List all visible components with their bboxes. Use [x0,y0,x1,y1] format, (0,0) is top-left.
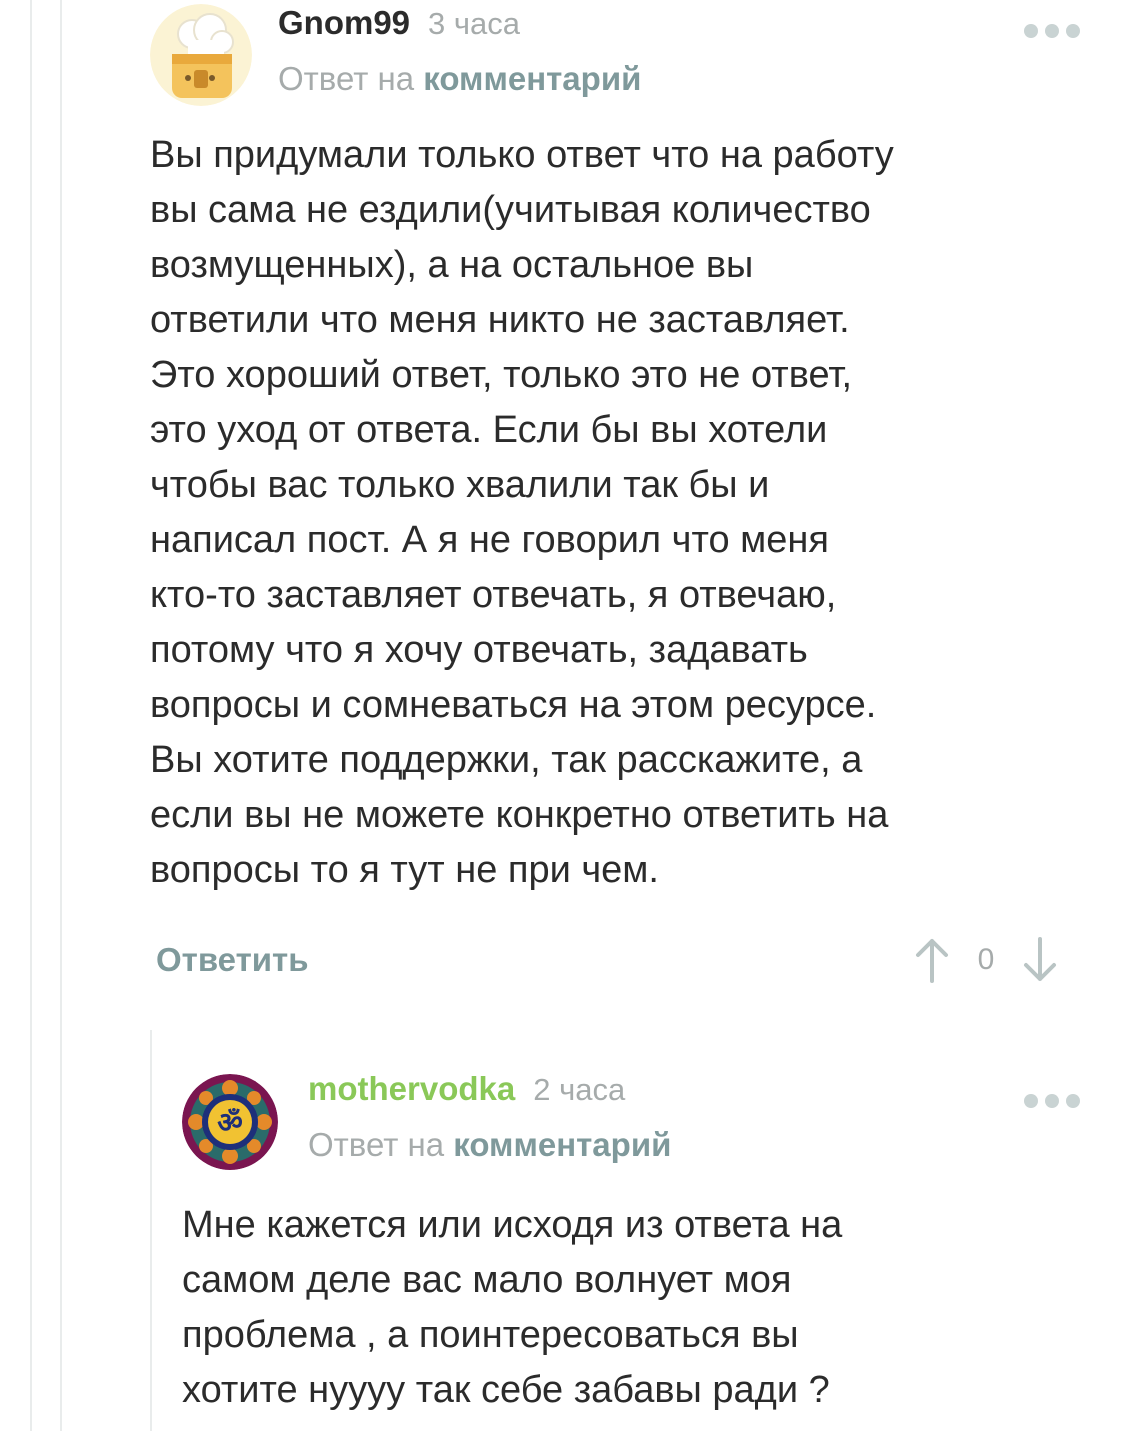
reply-to-comment-link[interactable]: комментарий [423,60,641,97]
author-name[interactable]: mothervodka [308,1070,515,1108]
svg-text:ॐ: ॐ [217,1106,243,1139]
rating-count: 0 [977,943,995,976]
dot-icon [1045,1094,1059,1108]
author-name[interactable]: Gnom99 [278,4,410,42]
thread-line [30,0,32,1431]
dot-icon [1066,24,1080,38]
comment-body: Вы придумали только ответ что на работу … [150,134,894,891]
comment-header: Gnom99 3 часа Ответ на комментарий [150,0,1090,110]
thread-line [150,1030,152,1431]
dot-icon [1024,24,1038,38]
dot-icon [1066,1094,1080,1108]
dot-icon [1024,1094,1038,1108]
dot-icon [1045,24,1059,38]
comment-meta: mothervodka 2 часа Ответ на комментарий [308,1070,671,1164]
thread-line [60,0,62,1431]
more-options-button[interactable] [1024,1094,1080,1108]
reply-button[interactable]: Ответить [156,941,309,979]
comment-actions: Ответить 0 [156,935,1080,995]
timestamp: 3 часа [428,6,521,41]
comment: ॐ mothervodka 2 часа Ответ на комментари… [182,1070,1090,1411]
downvote-arrow-icon[interactable] [1020,935,1060,985]
comment: Gnom99 3 часа Ответ на комментарий Вы пр… [150,0,1090,891]
more-options-button[interactable] [1024,24,1080,38]
chef-hat-avatar-icon[interactable] [150,4,252,106]
vote-controls: 0 [912,935,1060,985]
upvote-arrow-icon[interactable] [912,935,952,985]
reply-to-line: Ответ на комментарий [278,60,641,98]
comment-meta: Gnom99 3 часа Ответ на комментарий [278,4,641,98]
reply-to-prefix: Ответ на [308,1126,445,1163]
comment-body: Мне кажется или исходя из ответа на само… [182,1204,843,1411]
reply-to-comment-link[interactable]: комментарий [453,1126,671,1163]
comment-header: ॐ mothervodka 2 часа Ответ на комментари… [182,1070,1090,1180]
om-mandala-avatar-icon[interactable]: ॐ [182,1074,278,1170]
timestamp: 2 часа [533,1072,626,1107]
reply-to-prefix: Ответ на [278,60,415,97]
reply-to-line: Ответ на комментарий [308,1126,671,1164]
